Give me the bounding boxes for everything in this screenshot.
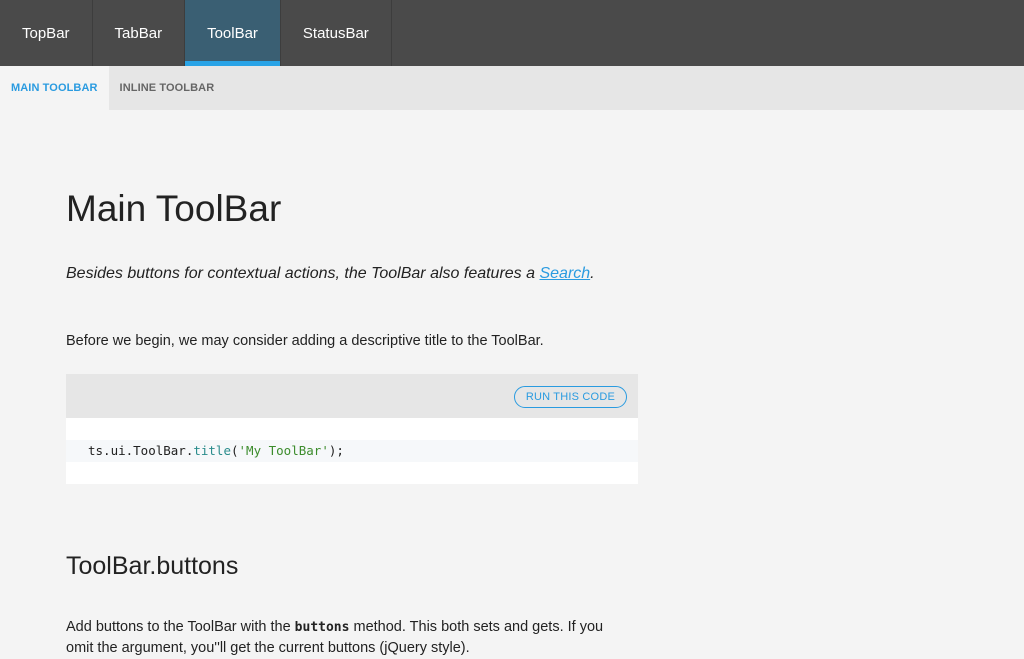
- code-example-header: RUN THIS CODE: [66, 374, 638, 418]
- tab-topbar[interactable]: TopBar: [0, 0, 93, 66]
- section-paragraph: Add buttons to the ToolBar with the butt…: [66, 617, 626, 659]
- subtab-inline-toolbar[interactable]: INLINE TOOLBAR: [109, 66, 226, 110]
- section-title: ToolBar.buttons: [66, 552, 239, 580]
- code-open-paren: (: [231, 443, 239, 458]
- tab-tabbar[interactable]: TabBar: [93, 0, 186, 66]
- lead-paragraph: Besides buttons for contextual actions, …: [66, 265, 595, 283]
- lead-text: Besides buttons for contextual actions, …: [66, 265, 540, 282]
- code-line: ts.ui.ToolBar.title('My ToolBar');: [66, 440, 638, 462]
- section-code: buttons: [294, 620, 350, 635]
- intro-paragraph: Before we begin, we may consider adding …: [66, 333, 544, 349]
- code-string: 'My ToolBar': [238, 443, 329, 458]
- code-close: );: [328, 443, 344, 458]
- search-link[interactable]: Search: [539, 265, 590, 282]
- code-object: ts.ui.ToolBar.: [88, 443, 194, 458]
- code-method: title: [193, 443, 231, 458]
- tab-toolbar[interactable]: ToolBar: [185, 0, 281, 66]
- subtab-main-toolbar[interactable]: MAIN TOOLBAR: [0, 66, 109, 110]
- run-code-button[interactable]: RUN THIS CODE: [513, 386, 627, 408]
- top-tab-bar: TopBar TabBar ToolBar StatusBar: [0, 0, 1024, 66]
- section-text: Add buttons to the ToolBar with the: [66, 619, 295, 635]
- page-title: Main ToolBar: [66, 188, 282, 229]
- tab-statusbar[interactable]: StatusBar: [281, 0, 392, 66]
- code-example: RUN THIS CODE ts.ui.ToolBar.title('My To…: [66, 374, 638, 484]
- lead-end: .: [590, 265, 595, 282]
- sub-tab-bar: MAIN TOOLBAR INLINE TOOLBAR: [0, 66, 1024, 110]
